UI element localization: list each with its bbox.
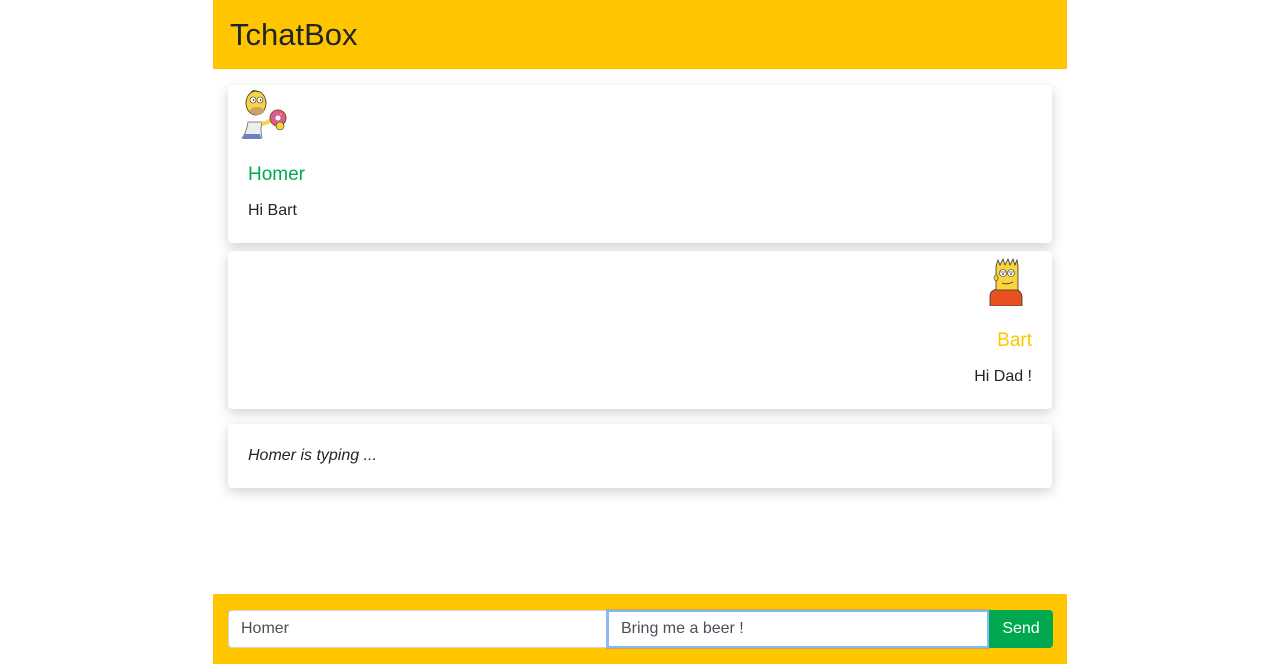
message-author: Homer bbox=[248, 164, 306, 185]
message-card: Bart Hi Dad ! bbox=[228, 251, 1052, 409]
homer-avatar-icon bbox=[240, 88, 288, 140]
composer-bar: Send bbox=[213, 594, 1067, 664]
message-author: Bart bbox=[997, 330, 1032, 351]
app-header: TchatBox bbox=[213, 0, 1067, 69]
message-card: Homer Hi Bart bbox=[228, 85, 1052, 243]
typing-indicator: Homer is typing ... bbox=[248, 447, 377, 464]
message-input[interactable] bbox=[607, 610, 989, 648]
typing-indicator-card: Homer is typing ... bbox=[228, 424, 1052, 488]
send-button[interactable]: Send bbox=[989, 610, 1053, 648]
bart-avatar-icon bbox=[986, 256, 1034, 308]
app-title: TchatBox bbox=[230, 17, 358, 52]
author-name-input[interactable] bbox=[228, 610, 607, 648]
chat-app: TchatBox Homer Hi Bart Bart Hi Dad ! Hom… bbox=[213, 0, 1067, 664]
message-text: Hi Dad ! bbox=[974, 368, 1032, 385]
message-text: Hi Bart bbox=[248, 202, 297, 219]
